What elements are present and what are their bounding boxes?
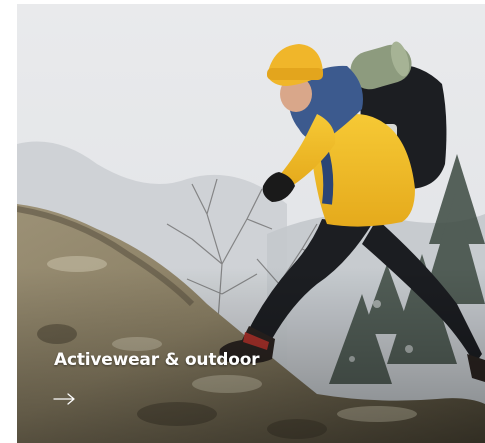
page: Activewear & outdoor (0, 0, 485, 443)
arrow-right-icon[interactable] (53, 392, 77, 406)
category-title[interactable]: Activewear & outdoor (54, 350, 260, 370)
hiker-photo (17, 4, 485, 443)
category-card-activewear[interactable]: Activewear & outdoor (17, 4, 485, 443)
